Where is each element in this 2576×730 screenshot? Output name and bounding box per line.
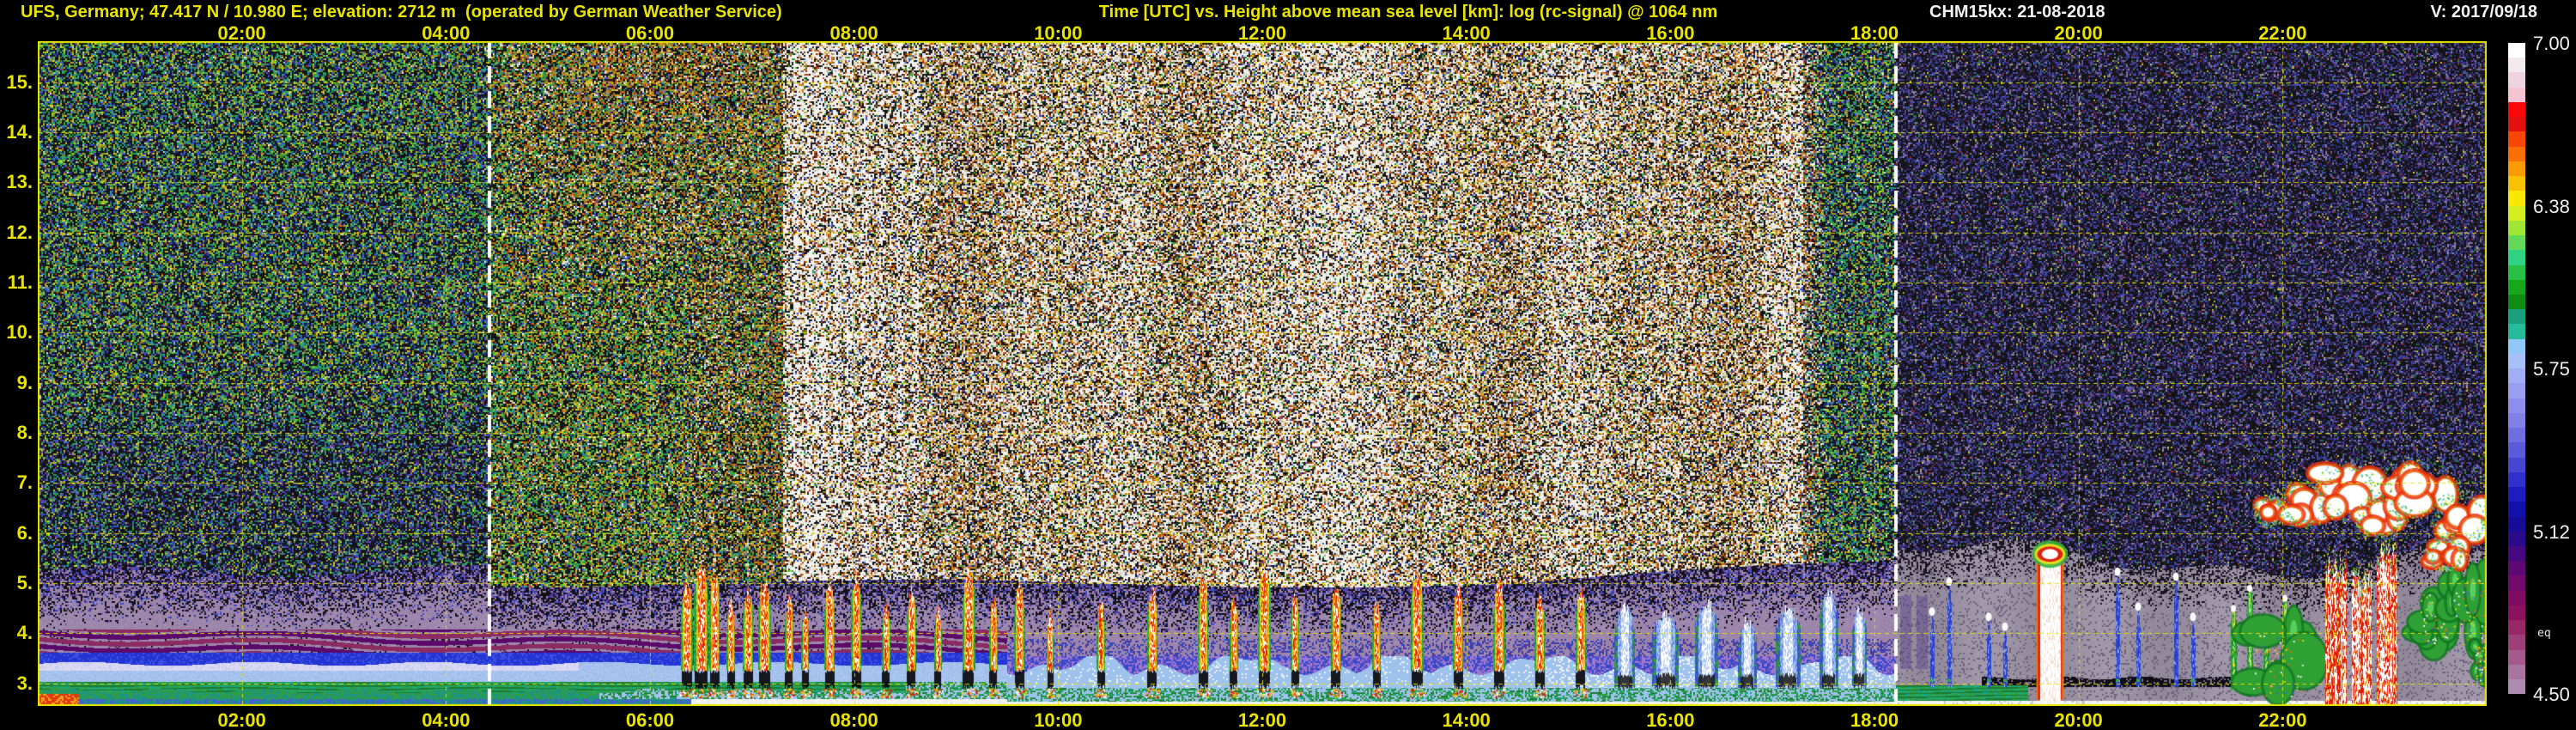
x-tick-label: 04:00: [422, 709, 471, 730]
y-tick-label: 13.: [6, 171, 33, 193]
colorbar-segment: [2508, 117, 2525, 132]
colorbar-segment: [2508, 679, 2525, 695]
colorbar-segment: [2508, 531, 2525, 546]
colorbar-segment: [2508, 649, 2525, 665]
colorbar-segment: [2508, 191, 2525, 206]
y-tick-label: 7.: [16, 471, 33, 494]
colorbar-segment: [2508, 502, 2525, 517]
colorbar-segment: [2508, 561, 2525, 576]
heatmap-canvas: [38, 41, 2487, 706]
colorbar-segment: [2508, 324, 2525, 339]
y-tick-label: 9.: [16, 371, 33, 393]
colorbar-segment: [2508, 205, 2525, 221]
x-tick-label: 06:00: [625, 22, 675, 44]
colorbar-segment: [2508, 87, 2525, 102]
colorbar-segment: [2508, 72, 2525, 88]
y-tick-label: 10.: [6, 321, 33, 344]
colorbar-segment: [2508, 545, 2525, 562]
colorbar-segment: [2508, 338, 2525, 354]
y-tick-label: 11.: [7, 271, 33, 294]
colorbar-segment: [2508, 620, 2525, 636]
colorbar-tick-label: 4.50: [2533, 684, 2570, 705]
y-tick-label: 12.: [6, 221, 33, 243]
colorbar-segment: [2508, 516, 2525, 532]
y-tick-label: 3.: [16, 672, 33, 694]
colorbar-segment: [2508, 487, 2525, 502]
x-tick-label: 14:00: [1442, 22, 1491, 44]
colorbar-segment: [2508, 635, 2525, 650]
instrument-date: CHM15kx: 21-08-2018: [1929, 3, 2105, 21]
x-tick-label: 12:00: [1237, 709, 1287, 730]
colorbar-segment: [2508, 176, 2525, 192]
x-tick-label: 22:00: [2258, 22, 2307, 44]
colorbar-segment: [2508, 368, 2525, 384]
x-tick-label: 20:00: [2054, 22, 2103, 44]
colorbar-tick-label: 5.75: [2533, 358, 2570, 380]
colorbar-segment: [2508, 383, 2525, 398]
colorbar-tick-label: 5.12: [2533, 520, 2570, 543]
colorbar-tick-label: 6.38: [2533, 195, 2570, 217]
colorbar-segment: [2508, 309, 2525, 325]
colorbar-segment: [2508, 58, 2525, 73]
colorbar-segment: [2508, 471, 2525, 488]
x-tick-label: 02:00: [217, 709, 266, 730]
colorbar-segment: [2508, 575, 2525, 591]
x-tick-label: 22:00: [2258, 709, 2307, 730]
version-label: V: 2017/09/18: [2430, 3, 2537, 21]
x-tick-label: 06:00: [625, 709, 675, 730]
x-tick-label: 02:00: [217, 22, 266, 44]
colorbar-segment: [2508, 605, 2525, 621]
colorbar-segment: [2508, 590, 2525, 605]
x-tick-label: 10:00: [1034, 709, 1083, 730]
colorbar-segment: [2508, 43, 2525, 58]
colorbar-note: eq: [2537, 627, 2551, 640]
colorbar: [2508, 43, 2525, 695]
ceilometer-quicklook: UFS, Germany; 47.417 N / 10.980 E; eleva…: [0, 0, 2576, 730]
x-tick-label: 08:00: [829, 22, 878, 44]
colorbar-segment: [2508, 265, 2525, 280]
colorbar-segment: [2508, 146, 2525, 161]
colorbar-segment: [2508, 412, 2525, 429]
x-tick-label: 20:00: [2054, 709, 2103, 730]
y-tick-label: 8.: [16, 422, 33, 444]
colorbar-segment: [2508, 294, 2525, 310]
y-tick-label: 4.: [16, 622, 33, 644]
colorbar-tick-label: 7.00: [2533, 33, 2570, 54]
x-tick-label: 10:00: [1034, 22, 1083, 44]
colorbar-segment: [2508, 442, 2525, 458]
plot-title: Time [UTC] vs. Height above mean sea lev…: [1098, 3, 1718, 21]
x-tick-label: 14:00: [1442, 709, 1491, 730]
x-tick-label: 12:00: [1237, 22, 1287, 44]
x-tick-label: 04:00: [422, 22, 471, 44]
y-tick-label: 15.: [6, 70, 33, 93]
colorbar-segment: [2508, 161, 2525, 177]
colorbar-segment: [2508, 250, 2525, 265]
station-info: UFS, Germany; 47.417 N / 10.980 E; eleva…: [21, 3, 782, 21]
colorbar-segment: [2508, 353, 2525, 369]
colorbar-segment: [2508, 664, 2525, 680]
colorbar-segment: [2508, 428, 2525, 443]
y-tick-label: 6.: [16, 521, 33, 544]
y-tick-label: 14.: [6, 121, 33, 143]
x-tick-label: 18:00: [1850, 709, 1899, 730]
x-tick-label: 16:00: [1646, 709, 1695, 730]
x-tick-label: 16:00: [1646, 22, 1695, 44]
colorbar-segment: [2508, 101, 2525, 118]
colorbar-segment: [2508, 398, 2525, 413]
colorbar-segment: [2508, 131, 2525, 147]
y-tick-label: 5.: [16, 572, 33, 594]
colorbar-segment: [2508, 279, 2525, 295]
colorbar-segment: [2508, 235, 2525, 251]
x-tick-label: 08:00: [829, 709, 878, 730]
colorbar-segment: [2508, 457, 2525, 472]
colorbar-segment: [2508, 220, 2525, 236]
x-tick-label: 18:00: [1850, 22, 1899, 44]
